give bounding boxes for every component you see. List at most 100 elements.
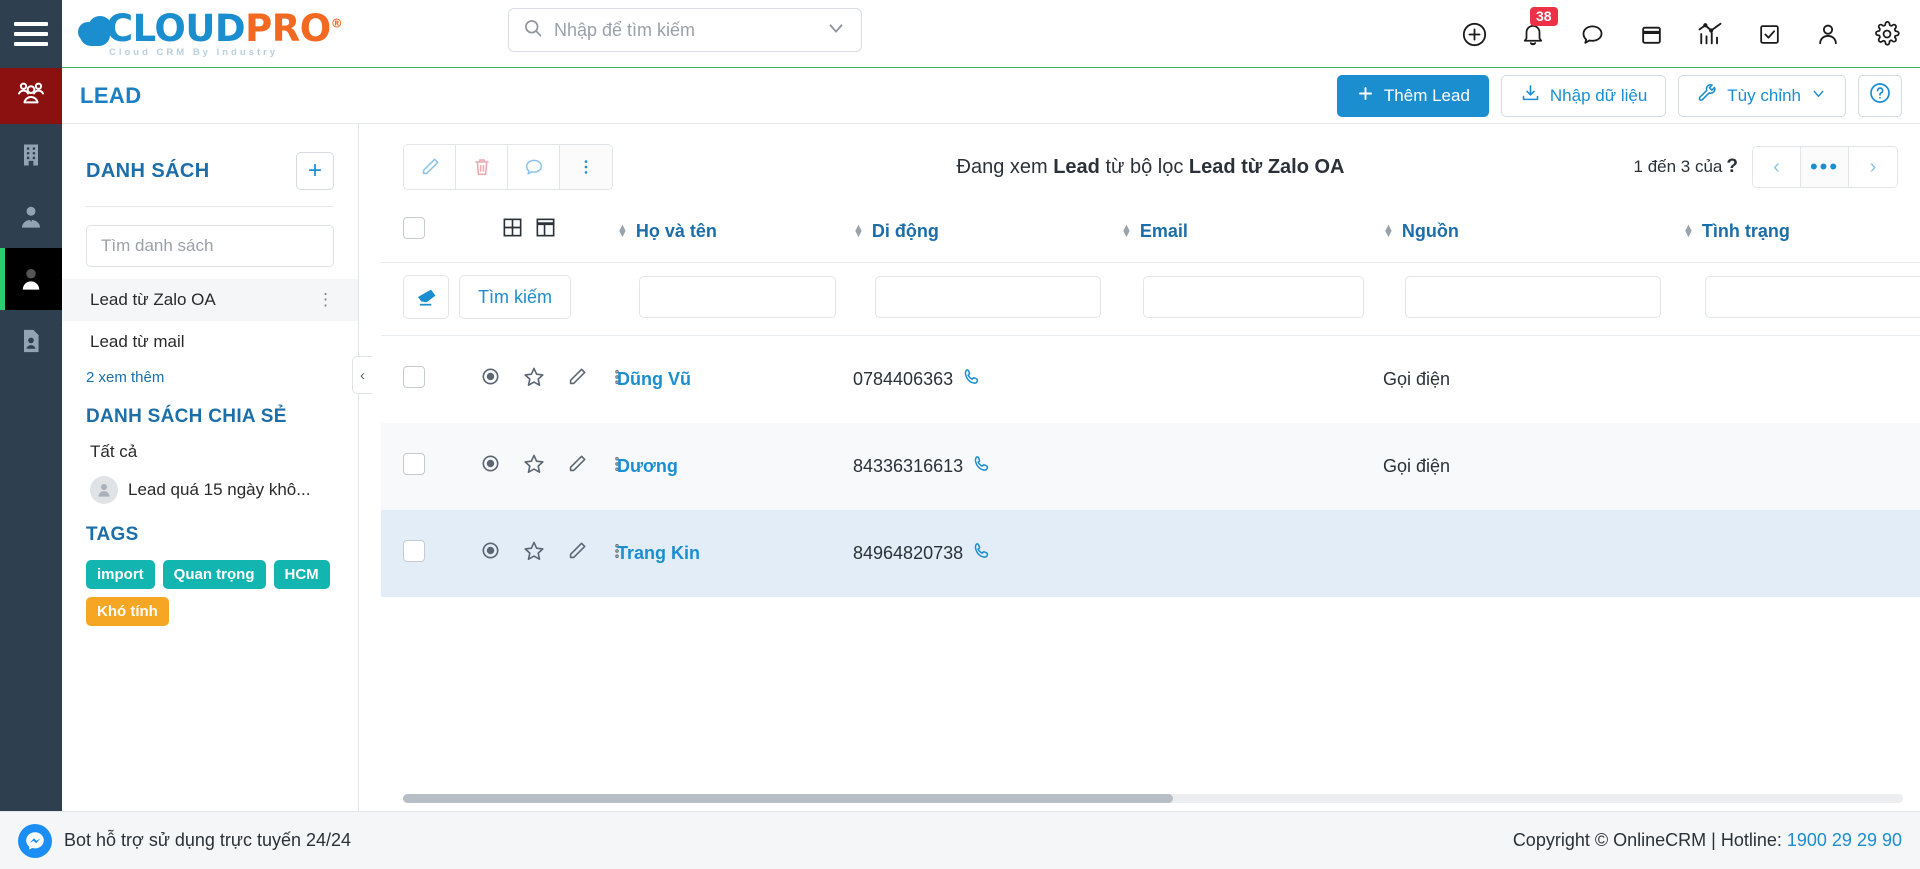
- sidebar-item-company[interactable]: [0, 124, 62, 186]
- row-actions-cell: [441, 422, 619, 510]
- filter-input-source[interactable]: [1405, 276, 1661, 318]
- list-panel-title: DANH SÁCH: [86, 159, 210, 182]
- tags-title: TAGS: [86, 524, 139, 545]
- tag-chip[interactable]: HCM: [273, 560, 330, 589]
- import-data-button[interactable]: Nhập dữ liệu: [1500, 74, 1667, 117]
- favorite-star-icon[interactable]: [522, 452, 546, 481]
- select-all-checkbox[interactable]: [403, 216, 425, 239]
- column-header-status[interactable]: ▲ ▼ Tình trạng: [1683, 202, 1920, 263]
- chevron-down-icon[interactable]: [825, 17, 847, 44]
- global-search-box[interactable]: Nhập để tìm kiếm: [508, 8, 862, 52]
- row-checkbox[interactable]: [403, 452, 425, 475]
- lead-name-link[interactable]: Dương: [617, 456, 678, 476]
- collapse-panel-button[interactable]: ‹: [352, 356, 372, 394]
- list-item[interactable]: Lead từ Zalo OA ⋮: [62, 279, 358, 321]
- tag-chip[interactable]: import: [86, 560, 155, 589]
- bell-icon[interactable]: 38: [1518, 7, 1558, 49]
- horizontal-scrollbar[interactable]: [381, 785, 1920, 811]
- phone-icon[interactable]: [972, 454, 992, 479]
- sort-icon[interactable]: ▲ ▼: [1383, 223, 1394, 240]
- page-more-button[interactable]: •••: [1801, 147, 1849, 187]
- hotline-label: Hotline:: [1720, 830, 1787, 850]
- task-icon[interactable]: [1754, 19, 1784, 49]
- table-header-row: ▲ ▼ Họ và tên ▲ ▼ Di động ▲ ▼ Email ▲ ▼ …: [381, 202, 1920, 263]
- gear-icon[interactable]: [1872, 19, 1902, 49]
- more-vertical-icon[interactable]: ⋮: [317, 290, 334, 310]
- search-filter-button[interactable]: Tìm kiếm: [459, 275, 571, 319]
- next-page-button[interactable]: ›: [1849, 147, 1897, 187]
- lead-source: Gọi điện: [1383, 368, 1451, 389]
- help-button[interactable]: [1858, 74, 1902, 117]
- sort-icon[interactable]: ▲ ▼: [853, 223, 864, 240]
- clear-filters-button[interactable]: [403, 275, 449, 319]
- tag-chip[interactable]: Quan trọng: [162, 560, 266, 589]
- grid-view-icon[interactable]: [501, 216, 524, 244]
- phone-icon[interactable]: [972, 541, 992, 566]
- support-bot-link[interactable]: Bot hỗ trợ sử dụng trực tuyến 24/24: [18, 823, 351, 858]
- scrollbar-thumb[interactable]: [403, 793, 1173, 803]
- sort-icon[interactable]: ▲ ▼: [1121, 223, 1132, 240]
- column-header-label: Di động: [871, 220, 939, 241]
- analytics-icon[interactable]: [1695, 19, 1725, 49]
- calendar-icon[interactable]: [1636, 19, 1666, 49]
- edit-icon[interactable]: [566, 366, 588, 393]
- scrollbar-track[interactable]: [403, 793, 1903, 803]
- user-icon[interactable]: [1813, 19, 1843, 49]
- delete-button[interactable]: [456, 145, 508, 189]
- filter-input-mobile[interactable]: [875, 276, 1102, 318]
- sort-icon[interactable]: ▲ ▼: [1683, 223, 1694, 240]
- split-view-icon[interactable]: [534, 216, 557, 244]
- sort-icon[interactable]: ▲ ▼: [617, 223, 628, 240]
- plus-circle-icon[interactable]: [1459, 19, 1489, 49]
- view-icon[interactable]: [479, 539, 502, 567]
- menu-toggle-button[interactable]: [0, 0, 62, 68]
- body-area: DANH SÁCH + Tìm danh sách Lead từ Zalo O…: [0, 124, 1920, 811]
- column-header-source[interactable]: ▲ ▼ Nguồn: [1383, 202, 1683, 263]
- column-header-mobile[interactable]: ▲ ▼ Di động: [853, 202, 1121, 263]
- logo[interactable]: CLOUDPRO® Cloud CRM By Industry: [76, 10, 343, 58]
- search-input[interactable]: Nhập để tìm kiếm: [554, 20, 825, 41]
- more-actions-button[interactable]: [560, 145, 612, 189]
- table-row[interactable]: Trang Kin 84964820738: [381, 509, 1920, 597]
- favorite-star-icon[interactable]: [522, 539, 546, 568]
- filter-input-name[interactable]: [639, 276, 836, 318]
- chat-icon[interactable]: [1577, 19, 1607, 49]
- column-header-label: Tình trạng: [1701, 220, 1790, 241]
- edit-icon[interactable]: [566, 540, 588, 567]
- row-checkbox[interactable]: [403, 539, 425, 562]
- favorite-star-icon[interactable]: [522, 365, 546, 394]
- filter-input-email[interactable]: [1143, 276, 1364, 318]
- previous-page-button[interactable]: ‹: [1753, 147, 1801, 187]
- column-header-name[interactable]: ▲ ▼ Họ và tên: [617, 202, 853, 263]
- column-header-email[interactable]: ▲ ▼ Email: [1121, 202, 1383, 263]
- sidebar-item-contacts[interactable]: [0, 186, 62, 248]
- table-row[interactable]: Dương 84336316613 Gọi điện: [381, 422, 1920, 510]
- table-row[interactable]: Dũng Vũ 0784406363 Gọi điện: [381, 336, 1920, 423]
- tag-chip[interactable]: Khó tính: [86, 597, 169, 626]
- row-actions-cell: [441, 509, 619, 597]
- phone-icon[interactable]: [962, 367, 982, 392]
- edit-button[interactable]: [404, 145, 456, 189]
- sidebar-item-documents[interactable]: [0, 310, 62, 372]
- registered-mark: ®: [330, 16, 343, 31]
- show-more-lists-link[interactable]: 2 xem thêm: [62, 363, 358, 386]
- edit-icon[interactable]: [566, 453, 588, 480]
- row-checkbox[interactable]: [403, 365, 425, 388]
- shared-list-all[interactable]: Tất cả: [62, 428, 358, 462]
- view-icon[interactable]: [479, 365, 502, 393]
- customize-button[interactable]: Tùy chỉnh: [1678, 74, 1846, 117]
- list-item-label: Lead từ Zalo OA: [90, 290, 216, 309]
- row-cell-mobile: 84336316613: [853, 422, 1121, 510]
- sidebar-item-leads[interactable]: [0, 248, 62, 310]
- hotline-number-link[interactable]: 1900 29 29 90: [1787, 830, 1902, 850]
- add-list-button[interactable]: +: [296, 152, 334, 190]
- lead-name-link[interactable]: Dũng Vũ: [617, 369, 691, 389]
- lead-name-link[interactable]: Trang Kin: [617, 543, 700, 563]
- add-lead-button[interactable]: Thêm Lead: [1336, 74, 1489, 117]
- comment-button[interactable]: [508, 145, 560, 189]
- shared-list-item[interactable]: Lead quá 15 ngày khô...: [62, 462, 358, 504]
- filter-input-status[interactable]: [1705, 276, 1920, 318]
- list-search-input[interactable]: Tìm danh sách: [86, 225, 334, 267]
- list-item[interactable]: Lead từ mail: [62, 321, 358, 363]
- view-icon[interactable]: [479, 452, 502, 480]
